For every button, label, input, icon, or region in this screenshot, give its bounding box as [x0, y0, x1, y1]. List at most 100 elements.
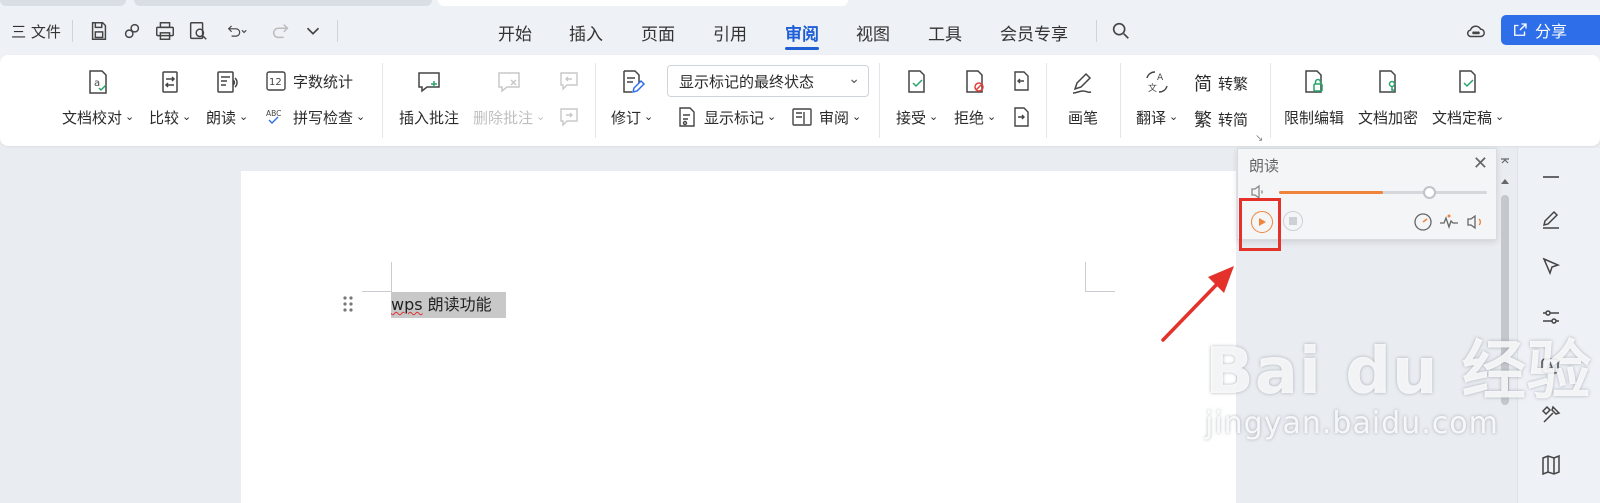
next-revision-icon[interactable] [1010, 106, 1032, 128]
undo-icon[interactable] [218, 18, 254, 44]
volume-slider[interactable] [1279, 186, 1487, 199]
show-markup-icon [679, 107, 695, 127]
stop-icon [1289, 217, 1297, 225]
revise-icon [617, 67, 647, 97]
to-traditional-button[interactable]: 简 转繁 [1194, 70, 1248, 96]
file-menu-button[interactable]: 三 文件 [6, 18, 66, 44]
previous-comment-icon[interactable] [558, 70, 580, 92]
close-icon[interactable]: ✕ [1473, 153, 1488, 174]
speed-gauge-icon[interactable] [1413, 212, 1433, 232]
accept-button[interactable]: 接受 [896, 67, 938, 128]
print-preview-icon[interactable] [185, 18, 211, 44]
markup-state-dropdown[interactable]: 显示标记的最终状态 ⌄ [667, 65, 869, 97]
print-icon[interactable] [152, 18, 178, 44]
volume-slider-fill [1279, 191, 1383, 194]
spell-check-label: 拼写检查 [293, 107, 365, 128]
restrict-edit-label: 限制编辑 [1284, 109, 1345, 127]
translate-icon: A文 [1142, 67, 1172, 97]
previous-revision-icon[interactable] [1010, 70, 1032, 92]
insert-comment-label: 插入批注 [399, 109, 460, 127]
translate-button[interactable]: A文 翻译 [1136, 67, 1178, 128]
spell-check-button[interactable]: ABC 拼写检查 [265, 106, 365, 128]
proofread-label: 文档校对 [62, 107, 134, 128]
edit-pencil-icon[interactable] [1536, 204, 1566, 234]
play-button-highlight-annotation [1239, 198, 1281, 251]
group-divider [1120, 63, 1121, 138]
redo-icon[interactable] [268, 18, 294, 44]
selected-paragraph-text[interactable]: wps 朗读功能 [391, 292, 506, 318]
speaker-settings-icon[interactable] [1466, 212, 1486, 232]
tab-start[interactable]: 开始 [498, 18, 532, 46]
volume-slider-handle[interactable] [1423, 186, 1436, 199]
group-divider [879, 63, 880, 138]
encrypt-button[interactable]: 文档加密 [1358, 67, 1418, 128]
read-aloud-button[interactable]: 朗读 [206, 67, 248, 128]
tab-references[interactable]: 引用 [713, 18, 747, 46]
insert-comment-button[interactable]: 插入批注 [399, 67, 459, 128]
read-aloud-label: 朗读 [206, 107, 248, 128]
reject-icon [960, 67, 990, 97]
word-count-button[interactable]: 12 字数统计 [265, 70, 353, 92]
review-pane-button[interactable]: 审阅 [791, 106, 861, 128]
to-traditional-label: 转繁 [1218, 74, 1249, 93]
scroll-top-icon[interactable] [1500, 155, 1510, 165]
accept-label: 接受 [896, 107, 938, 128]
divider [1096, 20, 1097, 42]
tab-member[interactable]: 会员专享 [1000, 18, 1068, 46]
next-comment-icon[interactable] [558, 106, 580, 128]
share-button[interactable]: 分享 [1501, 15, 1600, 45]
share-label: 分享 [1535, 22, 1568, 41]
finalize-button[interactable]: 文档定稿 [1432, 67, 1504, 128]
cursor-icon[interactable] [1536, 252, 1566, 282]
to-simplified-button[interactable]: 繁 转简 [1194, 106, 1248, 132]
paragraph-text: 朗读功能 [427, 295, 492, 314]
translate-label: 翻译 [1136, 107, 1178, 128]
proofread-button[interactable]: a 文档校对 [62, 67, 134, 128]
voice-wave-icon[interactable] [1439, 212, 1459, 232]
more-chevron-down-icon[interactable] [302, 18, 324, 44]
delete-comment-button[interactable]: 删除批注 [473, 67, 545, 128]
pen-button[interactable]: 画笔 [1068, 67, 1098, 128]
reject-label: 拒绝 [954, 107, 996, 128]
group-divider [382, 63, 383, 138]
watermark-logo-text: Bai du 经验 [1205, 335, 1592, 409]
document-tab-strip [0, 0, 1600, 6]
misspelled-word: wps [391, 295, 423, 314]
stop-button[interactable] [1283, 211, 1303, 231]
revise-button[interactable]: 修订 [611, 67, 653, 128]
document-tab[interactable] [0, 0, 126, 6]
compare-button[interactable]: 比较 [149, 67, 191, 128]
word-count-icon: 12 [266, 71, 286, 91]
tab-insert[interactable]: 插入 [569, 18, 603, 46]
group-divider [1270, 63, 1271, 138]
cloud-icon[interactable] [1463, 18, 1489, 44]
search-icon[interactable] [1108, 18, 1134, 44]
show-markup-button[interactable]: 显示标记 [676, 106, 776, 128]
document-tab-active[interactable] [438, 0, 848, 6]
save-icon[interactable] [86, 18, 112, 44]
collapse-icon[interactable] [1536, 162, 1566, 192]
paragraph-drag-handle-icon[interactable] [343, 295, 353, 313]
document-tab[interactable] [134, 0, 432, 6]
tab-view[interactable]: 视图 [856, 18, 890, 46]
tab-page[interactable]: 页面 [641, 18, 675, 46]
book-map-icon[interactable] [1536, 450, 1566, 480]
link-icon[interactable] [119, 18, 145, 44]
restrict-edit-button[interactable]: 限制编辑 [1284, 67, 1344, 128]
svg-text:ABC: ABC [266, 109, 281, 118]
tab-tools[interactable]: 工具 [928, 18, 962, 46]
tab-review[interactable]: 审阅 [785, 18, 819, 50]
read-aloud-icon [212, 67, 242, 97]
read-panel-title: 朗读 [1249, 157, 1280, 175]
group-divider [595, 63, 596, 138]
review-pane-icon [792, 108, 812, 126]
encrypt-label: 文档加密 [1358, 109, 1419, 127]
simplified-icon: 繁 [1194, 110, 1212, 131]
document-page[interactable]: wps 朗读功能 [241, 171, 1236, 503]
reject-button[interactable]: 拒绝 [954, 67, 996, 128]
svg-text:a: a [94, 78, 100, 89]
title-bar: 三 文件 开始 插入 页面 引用 审阅 视图 工具 会员专享 分享 [0, 0, 1600, 60]
scroll-up-icon[interactable] [1500, 177, 1510, 185]
delete-comment-icon [494, 67, 524, 97]
group-expand-icon[interactable]: ↘ [1255, 133, 1263, 144]
